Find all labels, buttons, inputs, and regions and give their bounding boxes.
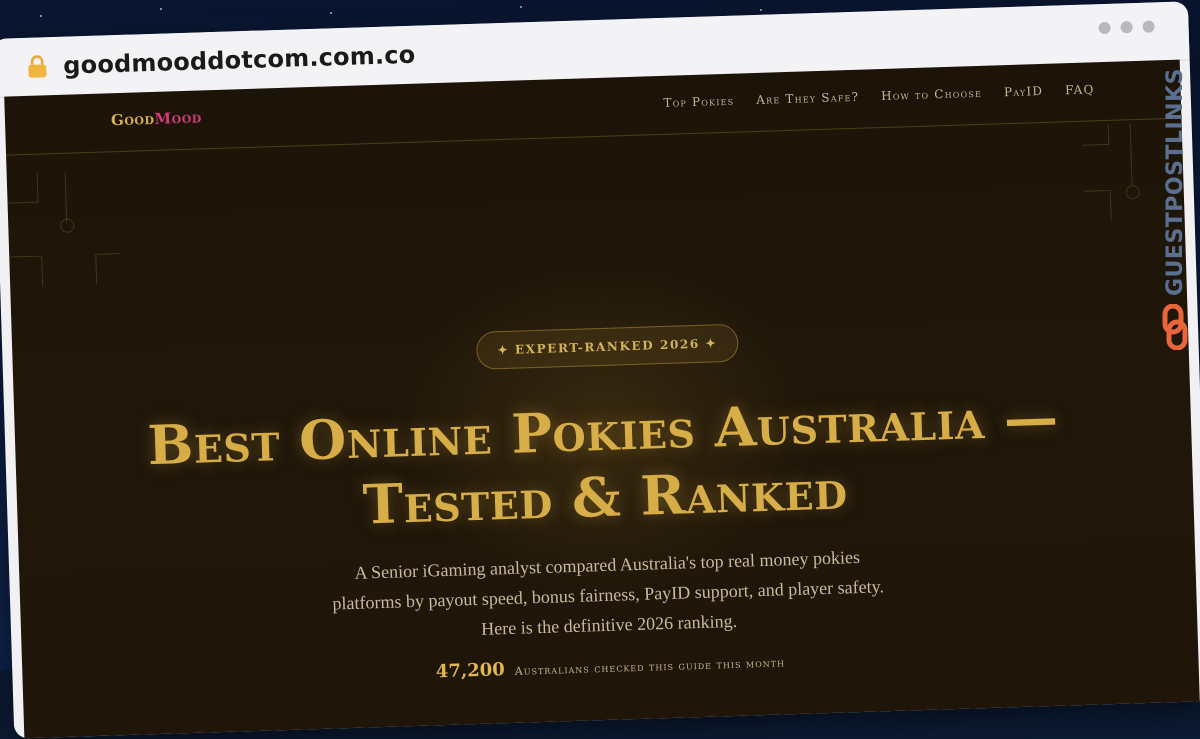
logo-part-mood: Mood: [154, 108, 203, 128]
menu-dot-icon: [1098, 21, 1111, 35]
circuit-decoration: [95, 253, 122, 285]
hero-section: ✦ EXPERT-RANKED 2026 ✦ Best Online Pokie…: [12, 310, 1198, 696]
hero-subtitle: A Senior iGaming analyst compared Austra…: [332, 546, 885, 639]
circuit-decoration: [64, 172, 68, 223]
expert-ranked-badge: ✦ EXPERT-RANKED 2026 ✦: [475, 323, 739, 370]
circuit-decoration: [1129, 123, 1133, 186]
menu-dot-icon: [1120, 21, 1133, 34]
visitor-stat: 47,200 Australians checked this guide th…: [22, 637, 1198, 695]
circuit-decoration: [6, 173, 39, 204]
nav-top-pokies[interactable]: Top Pokies: [663, 94, 734, 110]
guestpostlinks-watermark: GUESTPOSTLINKS: [1152, 58, 1192, 358]
browser-window: goodmooddotcom.com.co GoodMood Top Pokie…: [0, 0, 1200, 739]
main-nav: Top Pokies Are They Safe? How to Choose …: [663, 82, 1095, 110]
star: [160, 8, 162, 10]
chain-link-icon: [1162, 304, 1188, 350]
circuit-decoration: [1083, 189, 1112, 222]
nav-how-to-choose[interactable]: How to Choose: [881, 86, 982, 103]
logo-part-good: Good: [110, 109, 155, 130]
watermark-label: GUESTPOSTLINKS: [1163, 68, 1188, 296]
web-page: GoodMood Top Pokies Are They Safe? How t…: [4, 59, 1200, 739]
nav-are-they-safe[interactable]: Are They Safe?: [756, 90, 859, 107]
circuit-decoration: [9, 255, 44, 288]
menu-dot-icon: [1142, 20, 1155, 33]
browser-frame: goodmooddotcom.com.co GoodMood Top Pokie…: [0, 1, 1200, 739]
page-title: Best Online Pokies Australia — Tested & …: [146, 384, 1060, 537]
site-logo[interactable]: GoodMood: [111, 108, 202, 129]
circuit-decoration: [60, 218, 75, 233]
circuit-decoration: [1125, 184, 1140, 200]
nav-payid[interactable]: PayID: [1004, 84, 1044, 99]
lock-icon: [28, 55, 47, 78]
window-menu-dots[interactable]: [1098, 20, 1155, 35]
nav-faq[interactable]: FAQ: [1065, 82, 1095, 97]
visitor-count: 47,200: [435, 659, 506, 683]
watermark-text: GUESTPOSTLINKS: [1163, 68, 1188, 296]
address-bar-url[interactable]: goodmooddotcom.com.co: [63, 41, 416, 80]
visitor-count-label: Australians checked this guide this mont…: [514, 656, 786, 678]
circuit-decoration: [1081, 123, 1110, 146]
